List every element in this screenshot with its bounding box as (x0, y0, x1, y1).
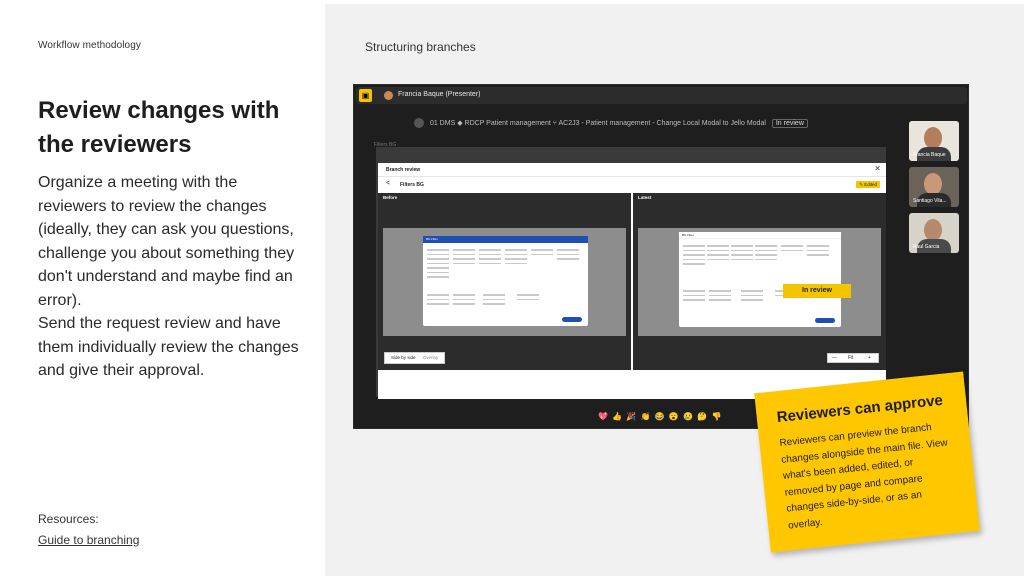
participant-tile-2: Santiago Vila... (909, 167, 959, 207)
mini-column (683, 287, 705, 304)
mini-column (427, 246, 449, 281)
participant-name: Raul Garcia (913, 244, 940, 250)
before-frame-header: BG Filter (423, 236, 588, 243)
zoom-fit-button[interactable]: Fit (848, 354, 854, 362)
modal-divider (378, 176, 886, 177)
mini-column (707, 242, 729, 263)
before-panel: Before BG Filter (378, 193, 631, 370)
presenter-name: Francia Baque (Presenter) (398, 91, 481, 98)
view-mode-toggle[interactable]: Side by side Overlay (384, 352, 446, 364)
left-column: Workflow methodology Review changes with… (0, 0, 325, 576)
latest-panel: Latest BG Filter (633, 193, 886, 370)
mini-column (517, 291, 539, 303)
sticky-note: Reviewers can approve Reviewers can prev… (754, 371, 980, 553)
zoom-control[interactable]: — Fit + (827, 353, 879, 363)
guide-to-branching-link[interactable]: Guide to branching (38, 533, 139, 547)
latest-canvas: BG Filter (638, 228, 881, 336)
modal-title: Branch review (386, 167, 421, 173)
body-paragraph-2: Send the request review and have them in… (38, 315, 299, 379)
mini-column (479, 246, 501, 267)
participant-tile-1: Francia Baque (909, 121, 959, 161)
zoom-out-button[interactable]: — (832, 354, 837, 362)
participant-face (924, 127, 942, 149)
edited-badge: ✎ Edited (856, 181, 880, 188)
participant-tile-3: Raul Garcia (909, 213, 959, 253)
zoom-in-button[interactable]: + (868, 354, 871, 362)
body-paragraph-1: Organize a meeting with the reviewers to… (38, 174, 295, 309)
latest-frame-header: BG Filter (679, 232, 841, 239)
presenter-avatar (384, 91, 393, 100)
before-frame-preview: BG Filter (423, 236, 588, 326)
page-title: Review changes with the reviewers (38, 97, 280, 158)
app-logo-icon: ▣ (359, 89, 372, 102)
mini-column (557, 246, 579, 263)
mini-column (483, 291, 505, 308)
in-review-tag: In review (783, 284, 851, 298)
latest-label: Latest (638, 195, 652, 200)
body-text: Organize a meeting with the reviewers to… (38, 171, 308, 383)
meeting-screenshot: ▣ Francia Baque (Presenter) 01 DMS ◆ RDC… (353, 84, 969, 429)
mini-column (453, 246, 475, 267)
mini-column (755, 242, 777, 263)
mini-column (683, 242, 705, 268)
mini-column (709, 287, 731, 304)
before-label: Before (383, 195, 398, 200)
mini-apply-button (815, 318, 835, 323)
breadcrumb-separator-icon: ◆ (457, 119, 465, 127)
mini-column (731, 242, 753, 263)
mini-column (505, 246, 527, 267)
team-icon (414, 118, 424, 128)
in-review-chip[interactable]: In review (771, 118, 808, 128)
participant-name: Santiago Vila... (913, 198, 947, 204)
overlay-option[interactable]: Overlay (420, 353, 442, 363)
mini-column (781, 242, 803, 254)
sticky-body: Reviewers can preview the branch changes… (779, 422, 949, 532)
participant-name: Francia Baque (913, 152, 946, 158)
modal-frame-name: Filters BG (400, 182, 424, 188)
latest-frame-preview: BG Filter (679, 232, 841, 327)
section-title: Structuring branches (365, 40, 476, 54)
mini-column (531, 246, 553, 258)
mini-apply-button (562, 317, 582, 322)
participant-face (924, 173, 942, 195)
breadcrumb-file[interactable]: AC2J3 - Patient management - Change Loca… (559, 120, 766, 127)
breadcrumb-team[interactable]: 01 DMS (430, 120, 455, 127)
before-canvas: BG Filter (383, 228, 626, 336)
figma-breadcrumb: 01 DMS ◆ RDCP Patient management ⑂ AC2J3… (414, 118, 854, 130)
mini-column (807, 242, 829, 259)
mini-column (427, 291, 449, 308)
eyebrow-label: Workflow methodology (38, 40, 141, 51)
right-column: Structuring branches ▣ Francia Baque (Pr… (325, 4, 1024, 576)
branch-review-modal: Branch review ✕ < Filters BG ✎ Edited Be… (378, 163, 886, 399)
participant-face (924, 219, 942, 241)
mini-column (453, 291, 475, 308)
meeting-topbar: ▣ Francia Baque (Presenter) (356, 87, 967, 104)
breadcrumb-project[interactable]: RDCP Patient management (465, 120, 551, 127)
reaction-bar[interactable]: 💖 👍 🎉 👏 😂 😮 😢 🤔 👎 (598, 412, 722, 421)
close-icon[interactable]: ✕ (874, 164, 881, 173)
side-by-side-option[interactable]: Side by side (388, 353, 419, 363)
back-arrow-icon[interactable]: < (386, 180, 390, 187)
mini-column (741, 287, 763, 304)
resources-label: Resources: (38, 512, 99, 526)
